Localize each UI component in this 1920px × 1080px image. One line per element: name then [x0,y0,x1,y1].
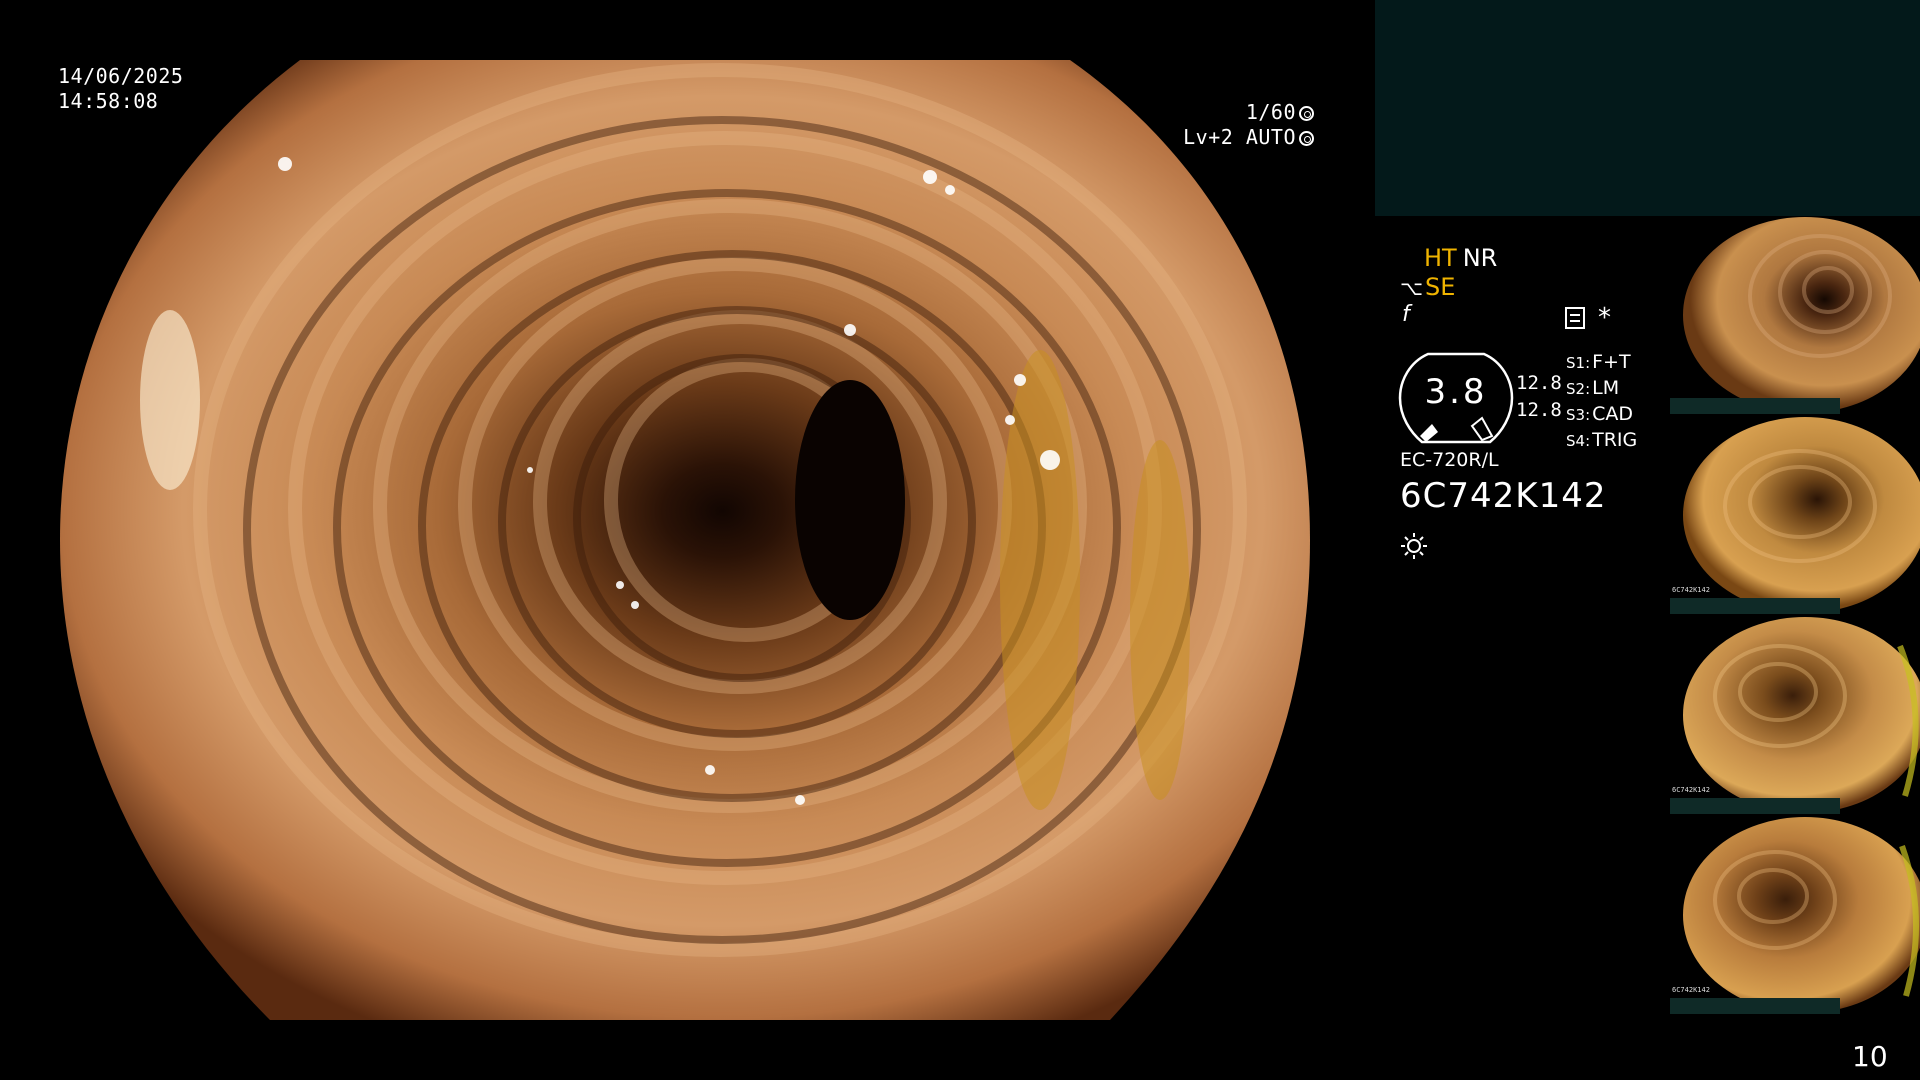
asterisk-marker: * [1598,303,1611,333]
se-row: ⌥SE [1400,273,1455,301]
datetime-readout: 14/06/2025 14:58:08 [58,64,183,114]
thumbnail-strip: 6C742K142 6C742K142 6C742K142 [1670,216,1920,1016]
mode-row: HT NR [1424,244,1497,272]
scope-model: EC-720R/L [1400,449,1499,471]
light-icon [1401,533,1427,559]
thumbnail-image [1683,217,1920,413]
thumbnail-2[interactable]: 6C742K142 [1670,416,1920,614]
shutter-icon [1299,106,1314,121]
gauge-right-top: 12.8 [1516,372,1562,394]
date-text: 14/06/2025 [58,64,184,88]
slot-1: S1: F+T [1566,351,1631,373]
se-text: SE [1425,273,1456,301]
auto-iris-icon [1299,131,1314,146]
thumbnail-image [1683,617,1920,813]
f-symbol: f [1402,302,1410,327]
exposure-readout: 1/60 Lv+2 AUTO [1183,100,1314,150]
time-text: 14:58:08 [58,89,159,113]
thumbnail-serial: 6C742K142 [1672,586,1710,594]
memo-icon [1565,307,1585,329]
mode-nr: NR [1462,244,1498,272]
shutter-text: 1/60 [1245,100,1296,124]
switch-assignments: S1: F+T S2: LM S3: CAD S4: TRIG [1566,350,1637,454]
gauge-right-bottom: 12.8 [1516,399,1562,421]
level-text: Lv+2 AUTO [1183,125,1296,149]
slot-2: S2: LM [1566,377,1620,399]
slot-4: S4: TRIG [1566,429,1638,451]
info-header-panel [1375,0,1920,216]
thumbnail-image [1683,417,1920,613]
thumbnail-4[interactable]: 6C742K142 [1670,816,1920,1014]
thumbnail-1[interactable] [1670,216,1920,414]
thumbnail-serial: 6C742K142 [1672,986,1710,994]
thumbnail-serial: 6C742K142 [1672,786,1710,794]
page-number: 10 [1852,1040,1888,1073]
thumbnail-image [1683,817,1920,1013]
slot-3: S3: CAD [1566,403,1634,425]
gauge-value: 3.8 [1424,372,1488,412]
thumbnail-3[interactable]: 6C742K142 [1670,616,1920,814]
endoscopic-view [60,60,1310,1020]
scope-serial: 6C742K142 [1400,476,1607,516]
mode-ht: HT [1424,244,1457,272]
endoscopic-image [60,60,1310,1020]
structure-enhance-icon: ⌥ [1400,276,1424,300]
